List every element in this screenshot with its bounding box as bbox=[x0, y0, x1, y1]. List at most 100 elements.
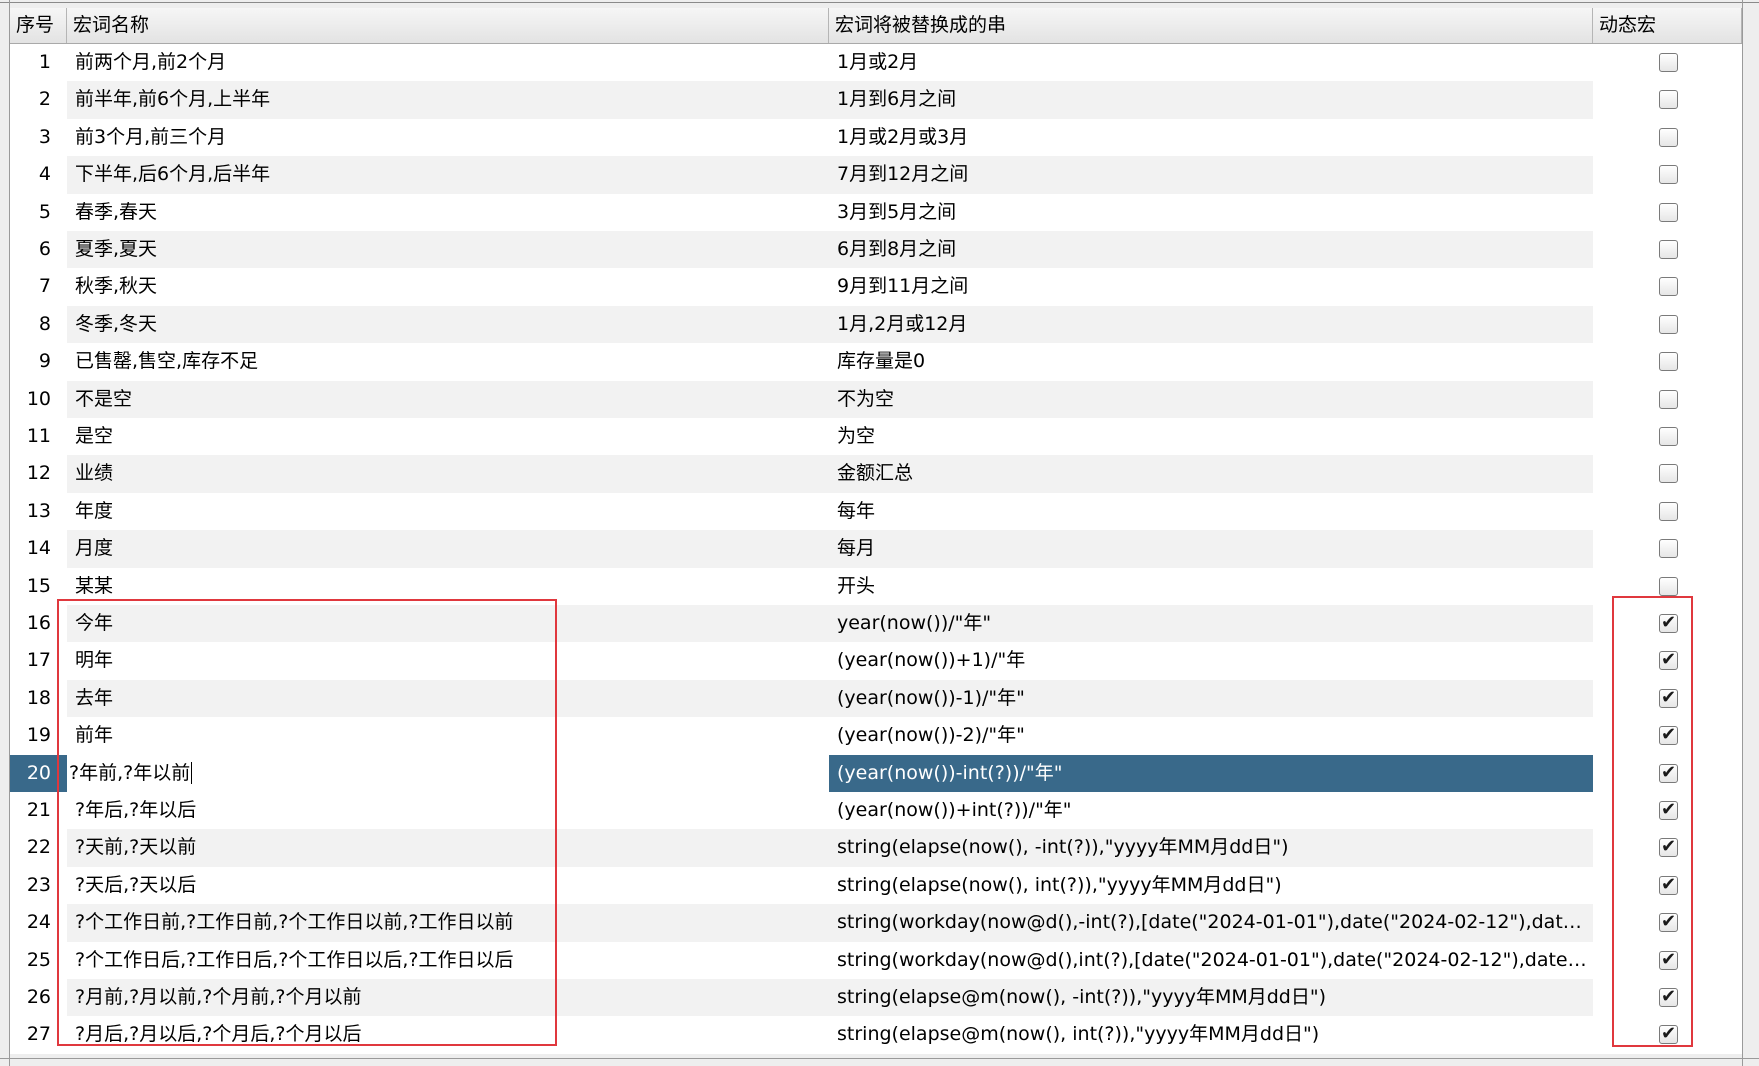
macro-name-cell[interactable]: 是空 bbox=[67, 418, 829, 456]
header-dynamic[interactable]: 动态宏 bbox=[1593, 8, 1742, 43]
table-row[interactable]: 24 ?个工作日前,?工作日前,?个工作日以前,?工作日以前 string(work… bbox=[10, 904, 1742, 942]
dynamic-checkbox[interactable] bbox=[1659, 202, 1678, 222]
table-row[interactable]: 11 是空 为空 bbox=[10, 418, 1742, 456]
table-row[interactable]: 19 前年 (year(now())-2)/"年" bbox=[10, 717, 1742, 755]
replacement-cell[interactable]: string(elapse(now(), int(?)),"yyyy年MM月dd… bbox=[829, 866, 1593, 905]
replacement-cell[interactable]: 1月,2月或12月 bbox=[829, 305, 1593, 344]
macro-name-cell[interactable]: 冬季,冬天 bbox=[67, 305, 829, 344]
replacement-cell[interactable]: (year(now())-int(?))/"年" bbox=[829, 754, 1593, 792]
macro-name-cell[interactable]: 已售罄,售空,库存不足 bbox=[67, 343, 829, 381]
macro-name-cell[interactable]: ?天前,?天以前 bbox=[67, 829, 829, 867]
dynamic-checkbox[interactable] bbox=[1659, 686, 1678, 710]
macro-name-cell[interactable]: ?个工作日前,?工作日前,?个工作日以前,?工作日以前 bbox=[67, 904, 829, 942]
macro-name-cell[interactable]: 年度 bbox=[67, 492, 829, 531]
dynamic-checkbox[interactable] bbox=[1659, 873, 1678, 897]
macro-name-cell[interactable]: ?月后,?月以后,?个月后,?个月以后 bbox=[67, 1016, 829, 1054]
table-row[interactable]: 7 秋季,秋天 9月到11月之间 bbox=[10, 268, 1742, 306]
table-row[interactable]: 4 下半年,后6个月,后半年 7月到12月之间 bbox=[10, 156, 1742, 194]
replacement-cell[interactable]: (year(now())+int(?))/"年" bbox=[829, 792, 1593, 830]
replacement-cell[interactable]: (year(now())-1)/"年" bbox=[829, 679, 1593, 718]
replacement-cell[interactable]: 不为空 bbox=[829, 380, 1593, 418]
dynamic-checkbox[interactable] bbox=[1659, 576, 1678, 596]
dynamic-checkbox[interactable] bbox=[1659, 352, 1678, 372]
replacement-cell[interactable]: (year(now())+1)/"年 bbox=[829, 642, 1593, 680]
dynamic-checkbox[interactable] bbox=[1659, 127, 1678, 147]
replacement-cell[interactable]: 开头 bbox=[829, 567, 1593, 605]
macro-name-cell[interactable]: 春季,春天 bbox=[67, 193, 829, 231]
replacement-cell[interactable]: 7月到12月之间 bbox=[829, 156, 1593, 194]
dynamic-checkbox[interactable] bbox=[1659, 53, 1678, 72]
replacement-cell[interactable]: 1月到6月之间 bbox=[829, 81, 1593, 119]
dynamic-checkbox[interactable] bbox=[1659, 277, 1678, 297]
replacement-cell[interactable]: 3月到5月之间 bbox=[829, 193, 1593, 231]
table-row[interactable]: 17 明年 (year(now())+1)/"年 bbox=[10, 642, 1742, 680]
replacement-cell[interactable]: 1月或2月或3月 bbox=[829, 118, 1593, 157]
table-row[interactable]: 27 ?月后,?月以后,?个月后,?个月以后 string(elapse@m(now… bbox=[10, 1016, 1742, 1054]
dynamic-checkbox[interactable] bbox=[1659, 761, 1678, 785]
replacement-cell[interactable]: 每月 bbox=[829, 530, 1593, 568]
replacement-cell[interactable]: 1月或2月 bbox=[829, 44, 1593, 82]
replacement-cell[interactable]: 为空 bbox=[829, 418, 1593, 456]
table-row[interactable]: 9 已售罄,售空,库存不足 库存量是0 bbox=[10, 343, 1742, 381]
dynamic-checkbox[interactable] bbox=[1659, 910, 1678, 934]
table-row[interactable]: 15 某某 开头 bbox=[10, 567, 1742, 605]
macro-name-cell[interactable]: 秋季,秋天 bbox=[67, 268, 829, 306]
replacement-cell[interactable]: string(elapse@m(now(), int(?)),"yyyy年MM月… bbox=[829, 1016, 1593, 1054]
table-row[interactable]: 14 月度 每月 bbox=[10, 530, 1742, 568]
dynamic-checkbox[interactable] bbox=[1659, 1022, 1678, 1046]
table-row[interactable]: 25 ?个工作日后,?工作日后,?个工作日以后,?工作日以后 string(work… bbox=[10, 941, 1742, 979]
macro-name-cell[interactable]: 前3个月,前三个月 bbox=[67, 118, 829, 157]
dynamic-checkbox[interactable] bbox=[1659, 464, 1678, 484]
table-row[interactable]: 8 冬季,冬天 1月,2月或12月 bbox=[10, 305, 1742, 344]
replacement-cell[interactable]: 6月到8月之间 bbox=[829, 231, 1593, 269]
table-row[interactable]: 6 夏季,夏天 6月到8月之间 bbox=[10, 231, 1742, 269]
macro-name-cell[interactable]: 下半年,后6个月,后半年 bbox=[67, 156, 829, 194]
dynamic-checkbox[interactable] bbox=[1659, 798, 1678, 822]
header-name[interactable]: 宏词名称 bbox=[67, 8, 829, 43]
macro-name-cell[interactable]: ?个工作日后,?工作日后,?个工作日以后,?工作日以后 bbox=[67, 941, 829, 979]
macro-name-cell[interactable]: 某某 bbox=[67, 567, 829, 605]
dynamic-checkbox[interactable] bbox=[1659, 648, 1678, 672]
dynamic-checkbox[interactable] bbox=[1659, 539, 1678, 559]
header-replacement[interactable]: 宏词将被替换成的串 bbox=[829, 8, 1593, 43]
table-row[interactable]: 3 前3个月,前三个月 1月或2月或3月 bbox=[10, 118, 1742, 157]
macro-name-cell[interactable]: 去年 bbox=[67, 679, 829, 718]
replacement-cell[interactable]: string(elapse(now(), -int(?)),"yyyy年MM月d… bbox=[829, 829, 1593, 867]
table-row[interactable]: 16 今年 year(now())/"年" bbox=[10, 605, 1742, 643]
macro-name-cell[interactable]: ?年后,?年以后 bbox=[67, 792, 829, 830]
replacement-cell[interactable]: 库存量是0 bbox=[829, 343, 1593, 381]
table-row[interactable]: 20 ?年前,?年以前 (year(now())-int(?))/"年" bbox=[10, 754, 1742, 792]
macro-name-cell[interactable]: 业绩 bbox=[67, 455, 829, 493]
table-row[interactable]: 21 ?年后,?年以后 (year(now())+int(?))/"年" bbox=[10, 792, 1742, 830]
macro-name-cell[interactable]: 明年 bbox=[67, 642, 829, 680]
table-row[interactable]: 23 ?天后,?天以后 string(elapse(now(), int(?)),"… bbox=[10, 866, 1742, 905]
dynamic-checkbox[interactable] bbox=[1659, 165, 1678, 185]
macro-name-cell[interactable]: 前两个月,前2个月 bbox=[67, 44, 829, 82]
dynamic-checkbox[interactable] bbox=[1659, 389, 1678, 409]
macro-name-cell[interactable]: 不是空 bbox=[67, 380, 829, 418]
replacement-cell[interactable]: (year(now())-2)/"年" bbox=[829, 717, 1593, 755]
macro-name-editor[interactable]: ?年前,?年以前 bbox=[67, 754, 829, 792]
dynamic-checkbox[interactable] bbox=[1659, 427, 1678, 446]
dynamic-checkbox[interactable] bbox=[1659, 611, 1678, 635]
dynamic-checkbox[interactable] bbox=[1659, 835, 1678, 859]
dynamic-checkbox[interactable] bbox=[1659, 948, 1678, 972]
macro-name-cell[interactable]: 前年 bbox=[67, 717, 829, 755]
replacement-cell[interactable]: string(workday(now@d(),-int(?),[date("20… bbox=[829, 904, 1593, 942]
table-row[interactable]: 5 春季,春天 3月到5月之间 bbox=[10, 193, 1742, 231]
table-row[interactable]: 18 去年 (year(now())-1)/"年" bbox=[10, 679, 1742, 718]
table-row[interactable]: 12 业绩 金额汇总 bbox=[10, 455, 1742, 493]
macro-name-cell[interactable]: 夏季,夏天 bbox=[67, 231, 829, 269]
replacement-cell[interactable]: 9月到11月之间 bbox=[829, 268, 1593, 306]
table-row[interactable]: 22 ?天前,?天以前 string(elapse(now(), -int(?)),… bbox=[10, 829, 1742, 867]
dynamic-checkbox[interactable] bbox=[1659, 240, 1678, 259]
table-row[interactable]: 13 年度 每年 bbox=[10, 492, 1742, 531]
replacement-cell[interactable]: 每年 bbox=[829, 492, 1593, 531]
replacement-cell[interactable]: year(now())/"年" bbox=[829, 605, 1593, 643]
table-row[interactable]: 1 前两个月,前2个月 1月或2月 bbox=[10, 44, 1742, 82]
macro-name-cell[interactable]: 前半年,前6个月,上半年 bbox=[67, 81, 829, 119]
macro-name-cell[interactable]: 月度 bbox=[67, 530, 829, 568]
dynamic-checkbox[interactable] bbox=[1659, 501, 1678, 521]
dynamic-checkbox[interactable] bbox=[1659, 985, 1678, 1009]
header-num[interactable]: 序号 bbox=[10, 8, 67, 43]
